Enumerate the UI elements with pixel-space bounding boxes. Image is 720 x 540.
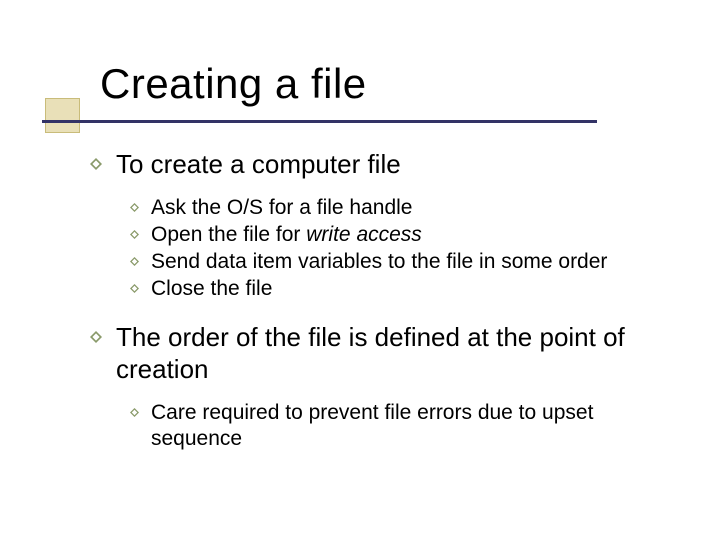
list-item: To create a computer file Ask the O/S fo… [90, 148, 690, 303]
list-item-text: Ask the O/S for a file handle [151, 195, 412, 221]
title-underline [42, 120, 597, 123]
diamond-bullet-icon [90, 148, 102, 170]
list-item-text: Close the file [151, 276, 272, 302]
diamond-bullet-icon [130, 195, 139, 212]
diamond-bullet-icon [130, 222, 139, 239]
list-item: Open the file for write access [130, 222, 690, 248]
slide: Creating a file To create a computer fil… [0, 0, 720, 540]
list-item-text: Send data item variables to the file in … [151, 249, 607, 275]
text-prefix: Open the file for [151, 223, 306, 246]
list-item-text: The order of the file is defined at the … [116, 321, 690, 386]
slide-title: Creating a file [100, 60, 720, 108]
list-item-text: Open the file for write access [151, 222, 422, 248]
list-item: Send data item variables to the file in … [130, 249, 690, 275]
diamond-bullet-icon [130, 276, 139, 293]
text-emphasis: write access [306, 223, 422, 246]
list-item: Care required to prevent file errors due… [130, 400, 690, 453]
diamond-bullet-icon [130, 249, 139, 266]
sub-list: Care required to prevent file errors due… [130, 400, 690, 453]
bullet-list: To create a computer file Ask the O/S fo… [90, 148, 690, 452]
diamond-bullet-icon [90, 321, 102, 343]
list-item: The order of the file is defined at the … [90, 321, 690, 453]
list-item-text: Care required to prevent file errors due… [151, 400, 690, 453]
sub-list: Ask the O/S for a file handle Open the f… [130, 195, 690, 303]
title-area: Creating a file [100, 60, 720, 108]
slide-body: To create a computer file Ask the O/S fo… [90, 148, 690, 452]
decorative-square [45, 98, 80, 133]
list-item: Ask the O/S for a file handle [130, 195, 690, 221]
list-item-text: To create a computer file [116, 148, 401, 181]
list-item: Close the file [130, 276, 690, 302]
diamond-bullet-icon [130, 400, 139, 417]
